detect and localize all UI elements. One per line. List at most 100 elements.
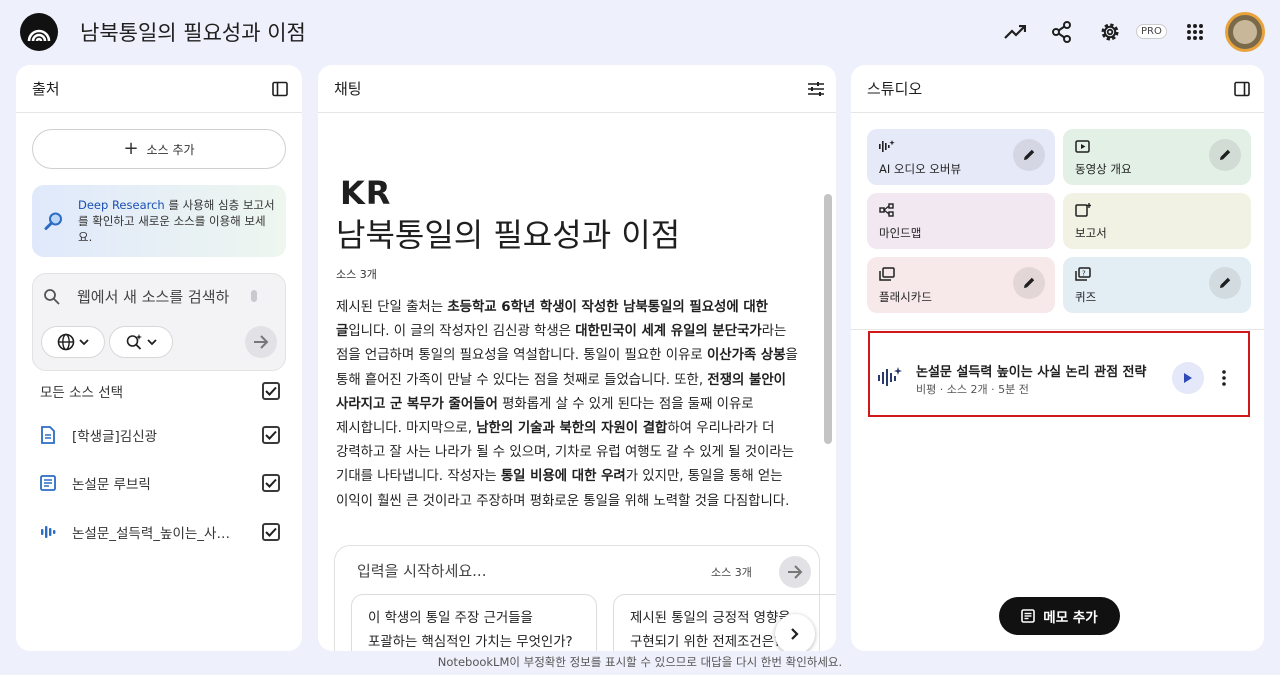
tile-label: 동영상 개요 <box>1075 162 1132 176</box>
edit-pencil-icon[interactable] <box>1013 139 1045 171</box>
source-item[interactable]: 논설문 루브릭 <box>40 471 280 495</box>
summary-text: 입니다. 이 글의 작성자인 김신광 학생은 <box>348 324 576 340</box>
chat-settings-sliders-icon[interactable] <box>804 77 828 101</box>
chat-scrollbar[interactable] <box>824 194 832 444</box>
search-submit-button[interactable] <box>245 326 277 358</box>
web-search-input[interactable] <box>77 286 247 308</box>
quiz-tile[interactable]: ? 퀴즈 <box>1063 257 1251 313</box>
add-source-button[interactable]: + 소스 추가 <box>32 129 286 169</box>
chat-composer: 소스 3개 이 학생의 통일 주장 근거들을 포괄하는 핵심적인 가치는 무엇인… <box>334 545 836 651</box>
select-all-sources[interactable]: 모든 소스 선택 <box>40 379 280 403</box>
search-mode-dropdown[interactable] <box>109 326 173 358</box>
sources-panel-header: 출처 <box>16 65 302 113</box>
source-item[interactable]: 논설문_설득력_높이는_사실... <box>40 520 280 544</box>
analytics-icon[interactable] <box>1001 18 1029 46</box>
suggested-question[interactable]: 이 학생의 통일 주장 근거들을 포괄하는 핵심적인 가치는 무엇인가? <box>351 594 597 651</box>
web-source-search <box>32 273 286 371</box>
svg-text:?: ? <box>1082 270 1086 278</box>
chat-send-button[interactable] <box>779 556 811 588</box>
chevron-down-icon <box>146 339 157 346</box>
country-flag-emoji: KR <box>340 174 392 212</box>
plus-icon: + <box>123 138 139 159</box>
source-count: 소스 3개 <box>336 268 377 281</box>
notebook-title[interactable]: 남북통일의 필요성과 이점 <box>80 17 306 47</box>
source-item-label: [학생글]김신광 <box>72 429 158 445</box>
add-note-button[interactable]: 메모 추가 <box>999 597 1120 635</box>
source-item[interactable]: [학생글]김신광 <box>40 423 280 447</box>
flashcard-icon <box>879 266 895 285</box>
deep-research-link[interactable]: Deep Research <box>78 198 165 212</box>
report-icon <box>1075 202 1091 221</box>
summary-bold: 이산가족 상봉 <box>706 348 786 364</box>
more-options-icon[interactable] <box>1214 364 1234 392</box>
report-tile[interactable]: 보고서 <box>1063 193 1251 249</box>
edit-pencil-icon[interactable] <box>1209 267 1241 299</box>
chat-panel: 채팅 KR 남북통일의 필요성과 이점 소스 3개 제시된 단일 출처는 초등학… <box>318 65 836 651</box>
tile-label: 플래시카드 <box>879 290 932 304</box>
notebook-heading: 남북통일의 필요성과 이점 <box>336 216 681 254</box>
arrow-right-icon <box>788 565 803 579</box>
studio-panel: 스튜디오 AI 오디오 오버뷰 동영상 개요 마인드맵 보고서 플래시카드 ? … <box>851 65 1264 651</box>
chat-body: KR 남북통일의 필요성과 이점 소스 3개 제시된 단일 출처는 초등학교 6… <box>318 114 836 651</box>
document-icon <box>40 426 64 444</box>
next-suggestions-button[interactable] <box>775 614 815 651</box>
studio-panel-title: 스튜디오 <box>867 80 923 98</box>
edit-pencil-icon[interactable] <box>1013 267 1045 299</box>
arrow-right-icon <box>254 335 269 349</box>
globe-icon <box>57 333 74 351</box>
flashcard-tile[interactable]: 플래시카드 <box>867 257 1055 313</box>
chat-input[interactable] <box>357 560 657 582</box>
collapse-panel-icon[interactable] <box>268 77 292 101</box>
source-checkbox[interactable] <box>262 474 280 492</box>
play-button[interactable] <box>1172 362 1204 394</box>
generated-audio-item[interactable]: 논설문 설득력 높이는 사실 논리 관점 전략 비평 · 소스 2개 · 5분 … <box>868 331 1250 417</box>
search-scroll-indicator <box>251 290 257 302</box>
mindmap-icon <box>879 202 895 221</box>
tile-label: 마인드맵 <box>879 226 922 240</box>
tile-label: 퀴즈 <box>1075 290 1097 304</box>
sources-panel-title: 출처 <box>32 80 60 98</box>
source-checkbox[interactable] <box>262 426 280 444</box>
source-item-label: 논설문 루브릭 <box>72 477 151 493</box>
deep-research-promo[interactable]: Deep Research 를 사용해 심층 보고서를 확인하고 새로운 소스를… <box>32 185 286 257</box>
notebook-summary: 제시된 단일 출처는 초등학교 6학년 학생이 작성한 남북통일의 필요성에 대… <box>336 296 806 514</box>
user-avatar[interactable] <box>1225 12 1265 52</box>
tile-label: AI 오디오 오버뷰 <box>879 162 962 176</box>
notebooklm-logo[interactable] <box>20 13 58 51</box>
chat-panel-title: 채팅 <box>334 80 362 98</box>
video-overview-tile[interactable]: 동영상 개요 <box>1063 129 1251 185</box>
apps-grid-icon[interactable] <box>1181 18 1209 46</box>
collapse-panel-icon[interactable] <box>1230 77 1254 101</box>
app-header: 남북통일의 필요성과 이점 PRO <box>0 0 1280 64</box>
settings-gear-icon[interactable] <box>1096 18 1124 46</box>
generated-item-title: 논설문 설득력 높이는 사실 논리 관점 전략 <box>916 365 1147 380</box>
source-item-label: 논설문_설득력_높이는_사실... <box>72 526 240 542</box>
edit-pencil-icon[interactable] <box>1209 139 1241 171</box>
pro-badge: PRO <box>1136 24 1167 39</box>
source-checkbox[interactable] <box>262 523 280 541</box>
studio-divider <box>851 329 1264 330</box>
summary-bold: 대한민국이 세계 유일의 분단국가 <box>575 324 762 340</box>
chevron-right-icon <box>791 628 799 640</box>
add-note-label: 메모 추가 <box>1043 610 1098 626</box>
studio-panel-header: 스튜디오 <box>851 65 1264 113</box>
mindmap-tile[interactable]: 마인드맵 <box>867 193 1055 249</box>
suggested-question-line: 포괄하는 핵심적인 가치는 무엇인가? <box>368 635 573 650</box>
summary-bold: 통일 비용에 대한 우려 <box>500 469 626 485</box>
search-icon <box>43 288 61 310</box>
chat-panel-header: 채팅 <box>318 65 836 113</box>
web-source-type-dropdown[interactable] <box>41 326 105 358</box>
add-source-label: 소스 추가 <box>146 142 195 157</box>
audio-overview-tile[interactable]: AI 오디오 오버뷰 <box>867 129 1055 185</box>
summary-text: 제시된 단일 출처는 <box>336 300 448 315</box>
select-all-checkbox[interactable] <box>262 382 280 400</box>
suggested-question-line: 이 학생의 통일 주장 근거들을 <box>368 611 533 626</box>
logo-icon <box>27 29 51 42</box>
share-icon[interactable] <box>1048 18 1076 46</box>
chevron-down-icon <box>78 339 89 346</box>
text-document-icon <box>40 475 64 491</box>
magnifier-icon <box>44 211 64 235</box>
select-all-label: 모든 소스 선택 <box>40 385 124 401</box>
audio-overview-icon <box>878 367 902 391</box>
tile-label: 보고서 <box>1075 226 1107 240</box>
